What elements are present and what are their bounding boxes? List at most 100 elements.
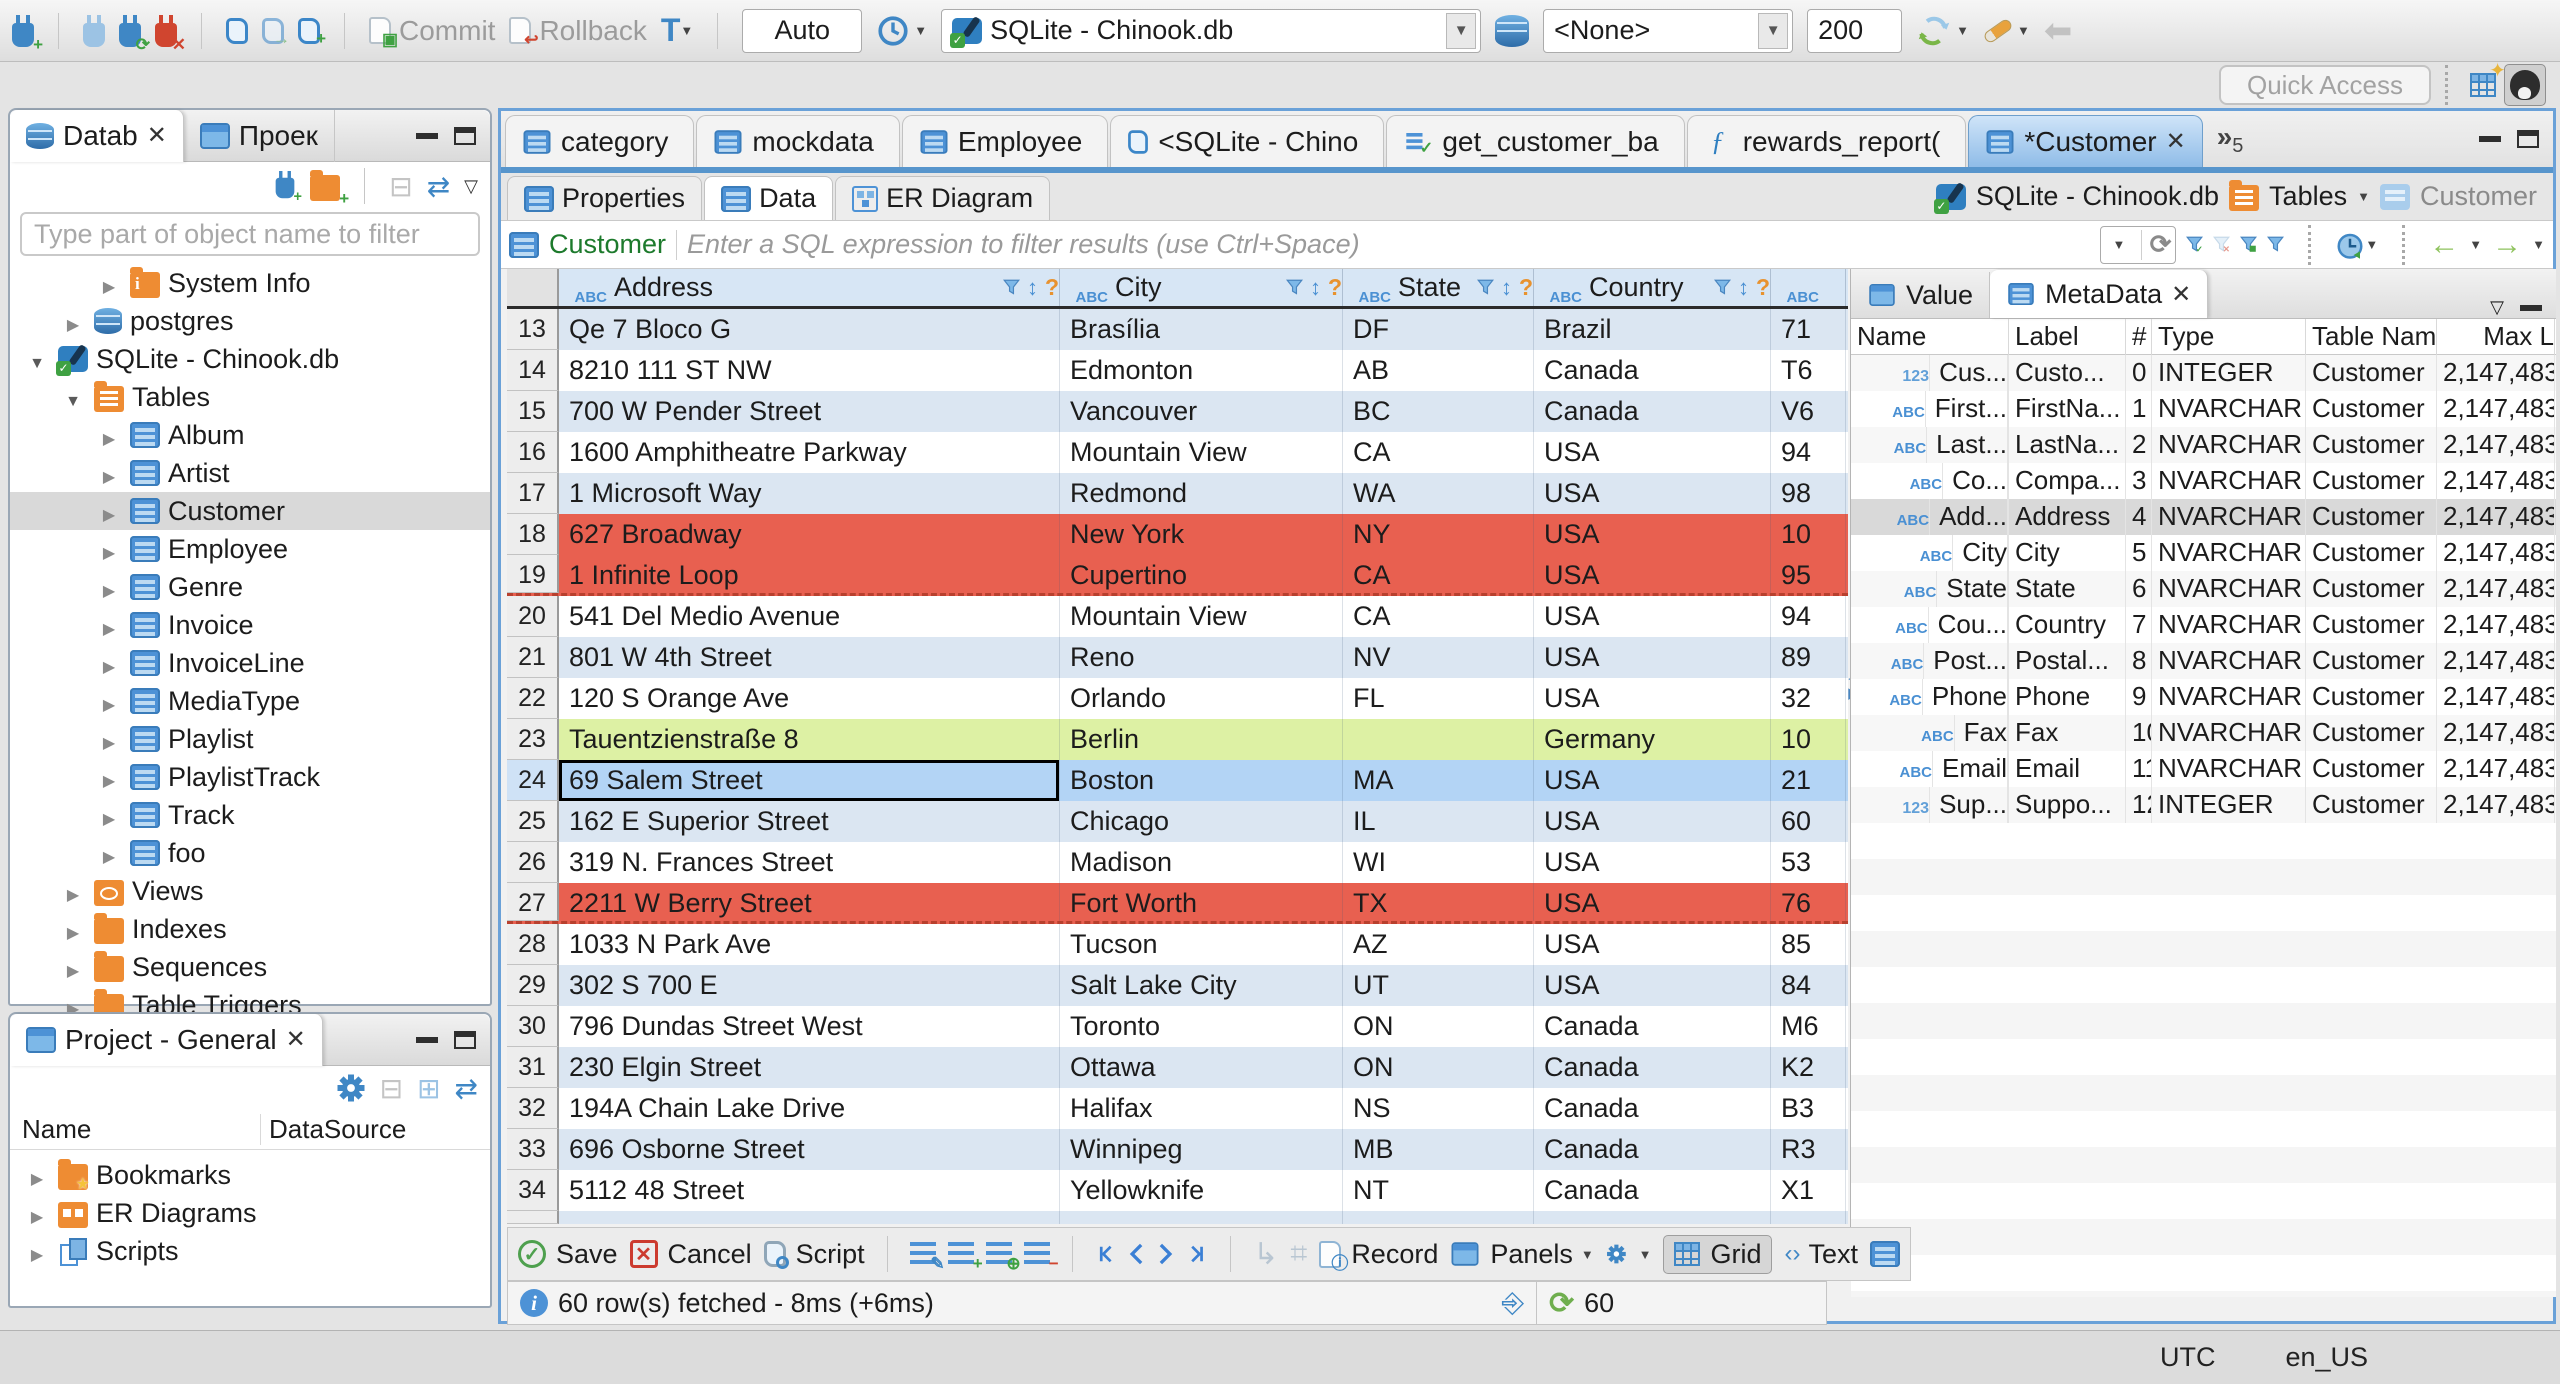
cancel-button[interactable]: ✕ Cancel	[629, 1239, 752, 1270]
table-row[interactable]: 24 69 Salem Street Boston MA USA 21	[507, 760, 1848, 801]
custom-filter-icon[interactable]	[2267, 236, 2285, 253]
cell-country[interactable]: USA	[1534, 678, 1771, 719]
metadata-type-cell[interactable]: NVARCHAR	[2152, 571, 2306, 607]
duplicate-row-icon[interactable]: ⊕	[985, 1242, 1021, 1272]
cell-state[interactable]: CA	[1343, 432, 1534, 473]
cell-country[interactable]: Germany	[1534, 719, 1771, 760]
metadata-row[interactable]: Last... LastNa... 2 NVARCHAR Customer 2,…	[1851, 427, 2556, 463]
minimize-icon[interactable]	[416, 132, 438, 139]
result-subtab[interactable]: Data	[704, 176, 834, 220]
table-row[interactable]: 32 194A Chain Lake Drive Halifax NS Cana…	[507, 1088, 1848, 1129]
cell-address[interactable]: 8210 111 ST NW	[559, 350, 1060, 391]
metadata-label-cell[interactable]: Address	[2009, 499, 2126, 535]
sort-icon[interactable]: ↕	[1310, 275, 1321, 301]
row-number[interactable]: 21	[507, 637, 559, 678]
cell-city[interactable]: Toronto	[1060, 1006, 1343, 1047]
edit-cell-icon[interactable]: ✎	[909, 1242, 945, 1272]
sort-icon[interactable]: ↕	[1738, 275, 1749, 301]
grid-column-header[interactable]: Address ↕ ?	[559, 269, 1060, 306]
cell-address[interactable]: 2211 W Berry Street	[559, 883, 1060, 921]
expand-arrow-icon[interactable]	[24, 1198, 50, 1229]
nav-forward-icon[interactable]: →	[2492, 228, 2522, 262]
reconnect-icon[interactable]: ⟳	[119, 14, 150, 53]
cell-city[interactable]: Edmonton	[1060, 350, 1343, 391]
metadata-row[interactable]: City City 5 NVARCHAR Customer 2,147,483	[1851, 535, 2556, 571]
editor-tab[interactable]: get_customer_ba	[1386, 115, 1685, 167]
metadata-label-cell[interactable]: Fax	[2009, 715, 2126, 751]
metadata-number-cell[interactable]: 11	[2126, 751, 2152, 787]
row-number[interactable]: 28	[507, 924, 559, 965]
grid-column-header[interactable]: City ↕ ?	[1060, 269, 1343, 306]
column-info-icon[interactable]: ?	[1756, 274, 1770, 301]
tree-item[interactable]: Invoice	[10, 606, 490, 644]
table-row[interactable]: 13 Qe 7 Bloco G Brasília DF Brazil 71	[507, 309, 1848, 350]
metadata-label-cell[interactable]: FirstNa...	[2009, 391, 2126, 427]
cell-state[interactable]: WI	[1343, 842, 1534, 883]
table-row[interactable]: 20 541 Del Medio Avenue Mountain View CA…	[507, 596, 1848, 637]
metadata-number-cell[interactable]: 5	[2126, 535, 2152, 571]
row-number[interactable]: 20	[507, 596, 559, 637]
metadata-table-cell[interactable]: Customer	[2306, 715, 2437, 751]
cell-address[interactable]: 120 S Orange Ave	[559, 678, 1060, 719]
expand-arrow-icon[interactable]	[96, 724, 122, 755]
result-subtab[interactable]: Properties	[507, 176, 703, 220]
metadata-row[interactable]: Email Email 11 NVARCHAR Customer 2,147,4…	[1851, 751, 2556, 787]
tree-item[interactable]: Customer	[10, 492, 490, 530]
editor-tab[interactable]: <SQLite - Chino	[1110, 115, 1385, 167]
cell-country[interactable]: USA	[1534, 801, 1771, 842]
table-row[interactable]: 31 230 Elgin Street Ottawa ON Canada K2	[507, 1047, 1848, 1088]
metadata-label-cell[interactable]: Compa...	[2009, 463, 2126, 499]
metadata-name-cell[interactable]: Post...	[1851, 643, 2009, 679]
row-number-header[interactable]	[507, 269, 559, 306]
cell-address[interactable]: 1600 Amphitheatre Parkway	[559, 432, 1060, 473]
cell-state[interactable]: CA	[1343, 555, 1534, 593]
metadata-number-cell[interactable]: 12	[2126, 787, 2152, 823]
cell-city[interactable]: Salt Lake City	[1060, 965, 1343, 1006]
metadata-number-cell[interactable]: 2	[2126, 427, 2152, 463]
link-with-editor-icon[interactable]: ⇄	[455, 1072, 478, 1105]
expand-arrow-icon[interactable]	[24, 1236, 50, 1267]
metadata-type-cell[interactable]: NVARCHAR	[2152, 715, 2306, 751]
metadata-type-cell[interactable]: NVARCHAR	[2152, 391, 2306, 427]
cell-postalcode[interactable]: 84	[1771, 965, 1846, 1006]
cell-address[interactable]: 1 Infinite Loop	[559, 555, 1060, 593]
cell-country[interactable]: USA	[1534, 473, 1771, 514]
cell-city[interactable]: Halifax	[1060, 1088, 1343, 1129]
cell-postalcode[interactable]: 60	[1771, 801, 1846, 842]
object-filter-input[interactable]: Type part of object name to filter	[20, 212, 480, 256]
row-number[interactable]: 19	[507, 555, 559, 593]
cell-address[interactable]: 627 Broadway	[559, 514, 1060, 555]
result-subtab[interactable]: ER Diagram	[835, 176, 1051, 220]
metadata-number-cell[interactable]: 4	[2126, 499, 2152, 535]
row-number[interactable]: 22	[507, 678, 559, 719]
metadata-row[interactable]: Co... Compa... 3 NVARCHAR Customer 2,147…	[1851, 463, 2556, 499]
expand-arrow-icon[interactable]	[60, 306, 86, 337]
column-max-length[interactable]: Max L	[2437, 318, 2555, 355]
filter-funnel-icon[interactable]	[1713, 279, 1731, 296]
expand-arrow-icon[interactable]	[96, 610, 122, 641]
metadata-type-cell[interactable]: NVARCHAR	[2152, 679, 2306, 715]
record-mode-button[interactable]: ⓘ Record	[1319, 1239, 1438, 1272]
expand-arrow-icon[interactable]	[96, 420, 122, 451]
row-number[interactable]: 34	[507, 1170, 559, 1211]
tree-item[interactable]: InvoiceLine	[10, 644, 490, 682]
column-table-name[interactable]: Table Name	[2306, 318, 2437, 355]
metadata-row[interactable]: Phone Phone 9 NVARCHAR Customer 2,147,48…	[1851, 679, 2556, 715]
metadata-maxlength-cell[interactable]: 2,147,483	[2437, 715, 2555, 751]
cell-address[interactable]: 700 W Pender Street	[559, 391, 1060, 432]
maximize-icon[interactable]	[454, 1030, 476, 1049]
metadata-type-cell[interactable]: NVARCHAR	[2152, 427, 2306, 463]
view-menu-icon[interactable]: ▽	[464, 176, 478, 197]
collapse-all-icon[interactable]: ⊟	[389, 170, 412, 203]
cell-country[interactable]	[1534, 1211, 1771, 1224]
cell-city[interactable]: Boston	[1060, 760, 1343, 801]
cell-address[interactable]: Qe 7 Bloco G	[559, 309, 1060, 350]
expand-arrow-icon[interactable]	[96, 648, 122, 679]
tree-item[interactable]: Artist	[10, 454, 490, 492]
cell-state[interactable]: DF	[1343, 309, 1534, 350]
save-filter-icon[interactable]	[2240, 236, 2258, 253]
last-page-icon[interactable]	[1187, 1239, 1208, 1269]
cell-postalcode[interactable]: 85	[1771, 924, 1846, 965]
table-row[interactable]: 17 1 Microsoft Way Redmond WA USA 98	[507, 473, 1848, 514]
breadcrumb-connection[interactable]: SQLite - Chinook.db	[1976, 181, 2219, 212]
